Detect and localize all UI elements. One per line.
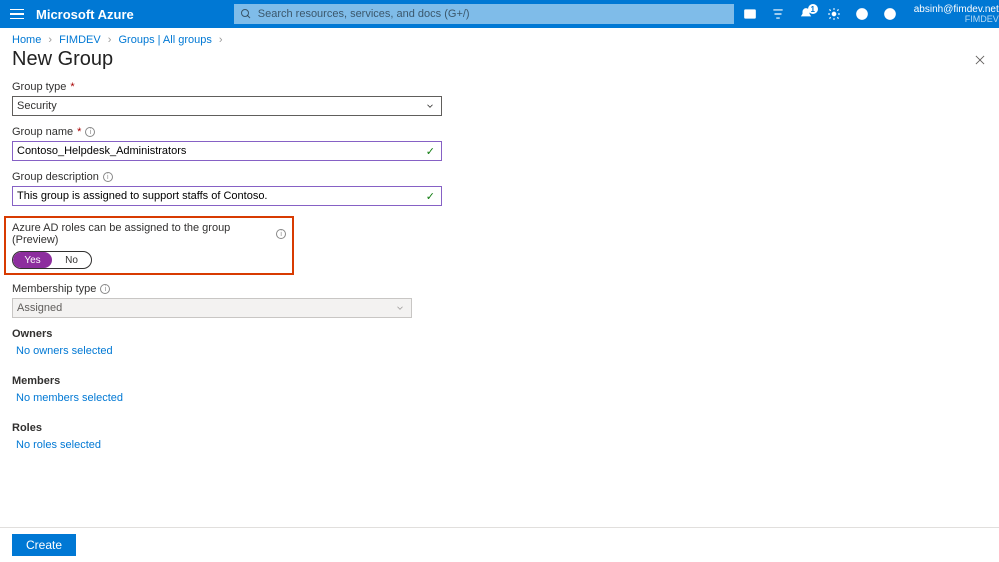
checkmark-icon: ✓ xyxy=(426,145,435,158)
toggle-no[interactable]: No xyxy=(52,252,91,268)
aad-roles-toggle[interactable]: Yes No xyxy=(12,251,92,269)
group-type-field: Group type* Security xyxy=(12,81,438,116)
create-button[interactable]: Create xyxy=(12,534,76,556)
account-area[interactable]: absinh@fimdev.net FIMDEV xyxy=(914,3,999,25)
breadcrumb-fimdev[interactable]: FIMDEV xyxy=(59,34,101,46)
help-icon[interactable] xyxy=(854,6,870,22)
group-type-label: Group type* xyxy=(12,81,438,93)
group-desc-label: Group description i xyxy=(12,171,438,183)
group-desc-input[interactable] xyxy=(17,190,437,202)
top-header: Microsoft Azure 1 absinh@fimdev.net FIMD… xyxy=(0,0,999,28)
group-name-label: Group name* i xyxy=(12,126,438,138)
form-body: Group type* Security Group name* i ✓ Gro… xyxy=(0,81,450,459)
checkmark-icon: ✓ xyxy=(426,190,435,203)
search-input[interactable] xyxy=(258,8,728,20)
title-row: New Group xyxy=(0,46,999,81)
chevron-down-icon xyxy=(425,101,435,114)
members-heading: Members xyxy=(12,375,438,387)
info-icon[interactable]: i xyxy=(103,172,113,182)
group-desc-input-wrap[interactable]: ✓ xyxy=(12,186,442,206)
aad-roles-label: Azure AD roles can be assigned to the gr… xyxy=(12,222,286,246)
directory-filter-icon[interactable] xyxy=(770,6,786,22)
search-icon xyxy=(240,8,252,20)
group-desc-field: Group description i ✓ xyxy=(12,171,438,206)
membership-type-select: Assigned xyxy=(12,298,412,318)
owners-link[interactable]: No owners selected xyxy=(16,345,113,357)
group-name-input[interactable] xyxy=(17,145,437,157)
info-icon[interactable]: i xyxy=(276,229,286,239)
close-icon[interactable] xyxy=(973,53,987,67)
chevron-right-icon: › xyxy=(215,34,227,46)
breadcrumb-groups[interactable]: Groups | All groups xyxy=(119,34,212,46)
chevron-right-icon: › xyxy=(44,34,56,46)
toggle-yes[interactable]: Yes xyxy=(13,252,52,268)
group-type-select[interactable]: Security xyxy=(12,96,442,116)
notifications-icon[interactable]: 1 xyxy=(798,6,814,22)
owners-heading: Owners xyxy=(12,328,438,340)
breadcrumb-home[interactable]: Home xyxy=(12,34,41,46)
members-link[interactable]: No members selected xyxy=(16,392,123,404)
info-icon[interactable]: i xyxy=(100,284,110,294)
footer-bar: Create xyxy=(0,527,999,562)
chevron-right-icon: › xyxy=(104,34,116,46)
brand-label: Microsoft Azure xyxy=(36,7,134,22)
group-type-value: Security xyxy=(17,100,57,112)
membership-type-field: Membership type i Assigned xyxy=(12,283,438,318)
header-icon-bar: 1 xyxy=(734,6,906,22)
notification-badge: 1 xyxy=(808,4,818,14)
roles-link[interactable]: No roles selected xyxy=(16,439,101,451)
hamburger-menu-icon[interactable] xyxy=(6,5,26,24)
cloud-shell-icon[interactable] xyxy=(742,6,758,22)
membership-type-label: Membership type i xyxy=(12,283,438,295)
roles-heading: Roles xyxy=(12,422,438,434)
chevron-down-icon xyxy=(395,303,405,316)
group-name-input-wrap[interactable]: ✓ xyxy=(12,141,442,161)
page-title: New Group xyxy=(12,48,113,71)
feedback-icon[interactable] xyxy=(882,6,898,22)
membership-type-value: Assigned xyxy=(17,302,62,314)
info-icon[interactable]: i xyxy=(85,127,95,137)
settings-gear-icon[interactable] xyxy=(826,6,842,22)
aad-roles-highlight-box: Azure AD roles can be assigned to the gr… xyxy=(4,216,294,275)
breadcrumb: Home › FIMDEV › Groups | All groups › xyxy=(0,28,999,46)
account-tenant: FIMDEV xyxy=(965,15,999,24)
group-name-field: Group name* i ✓ xyxy=(12,126,438,161)
search-box[interactable] xyxy=(234,4,734,24)
account-email: absinh@fimdev.net xyxy=(914,5,999,15)
